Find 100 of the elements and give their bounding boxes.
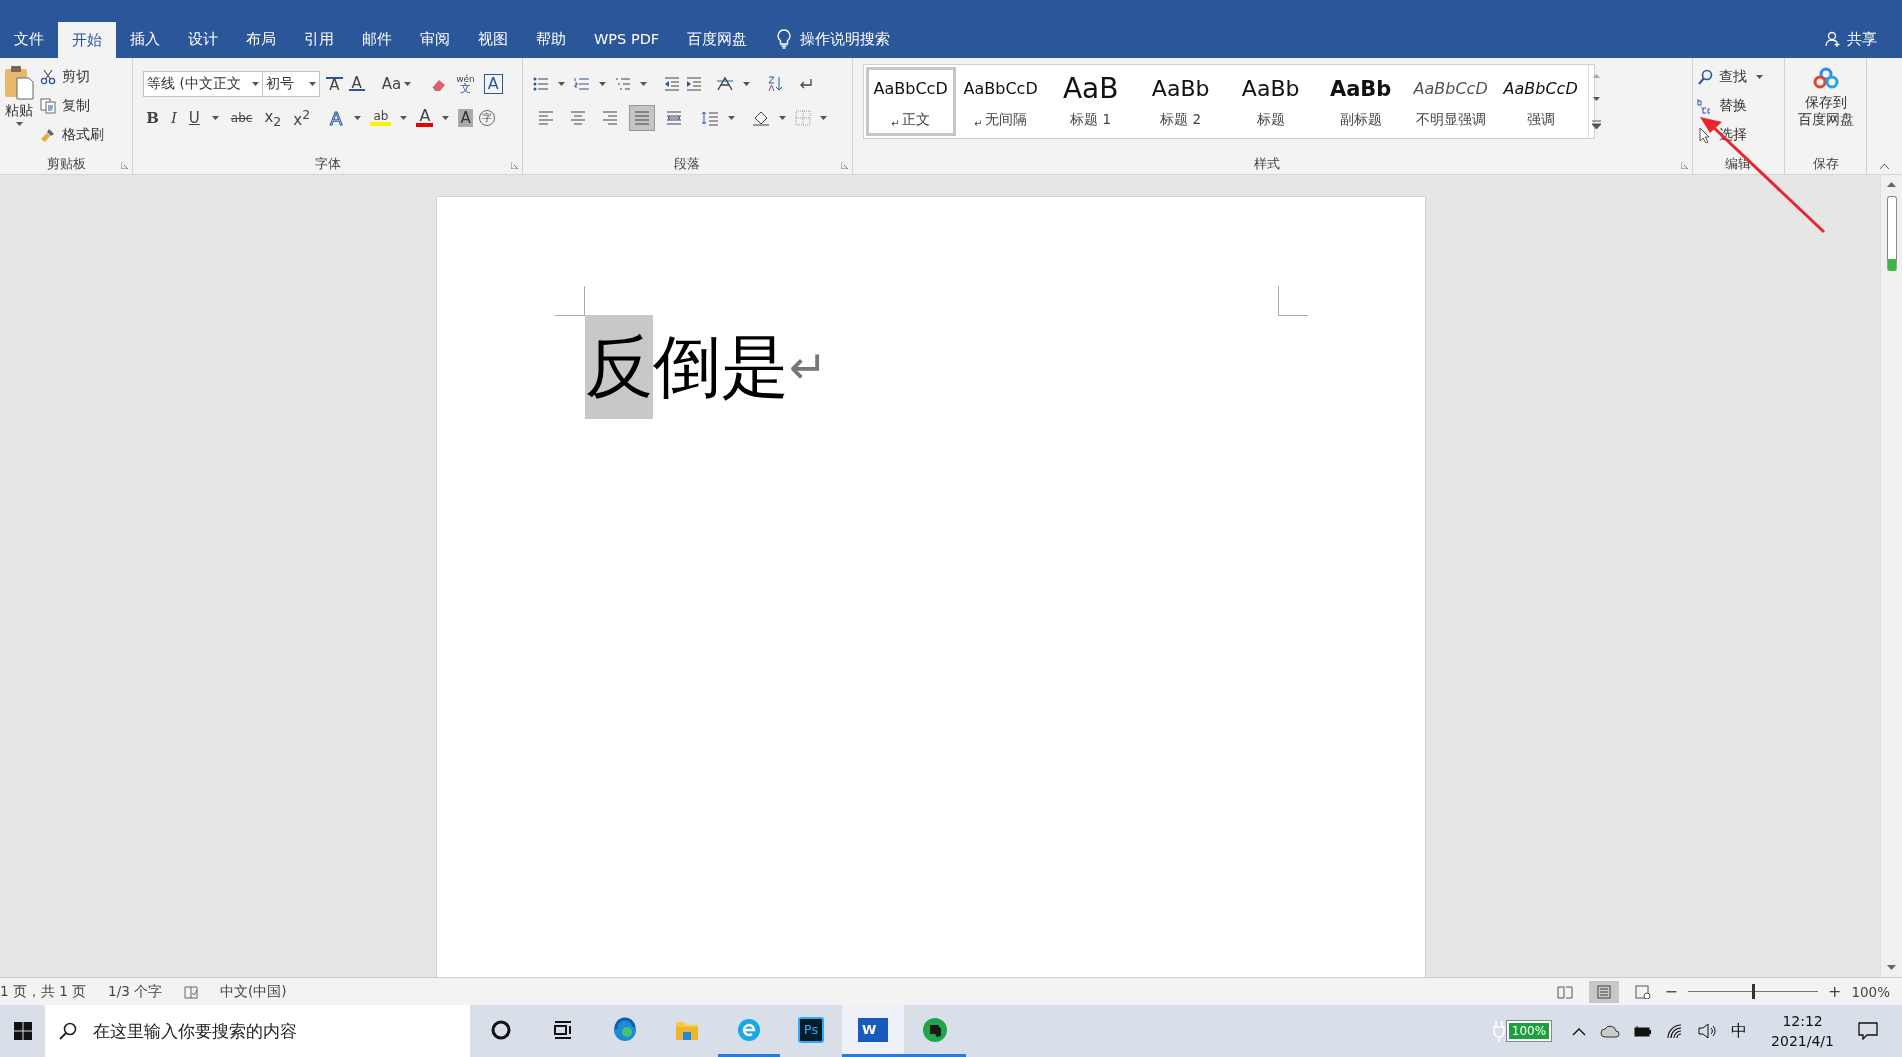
phonetic-guide-button[interactable]: wén 文 [453, 74, 478, 94]
font-size-dropdown[interactable]: 初号 [262, 71, 321, 97]
paragraph-mark: ↵ [789, 340, 828, 394]
strikethrough-button[interactable]: abc [227, 111, 256, 125]
clipboard-icon [4, 64, 34, 100]
ribbon-tab[interactable]: 设计 [174, 20, 232, 58]
battery-icon[interactable] [1634, 1025, 1653, 1037]
character-border-button[interactable]: A [483, 74, 503, 94]
caret-icon [1755, 74, 1763, 79]
caret-icon [727, 116, 735, 120]
scroll-thumb[interactable] [1886, 196, 1897, 271]
caret-icon [400, 116, 408, 120]
ribbon-tab[interactable]: 帮助 [522, 20, 580, 58]
editing-button[interactable]: 替换 [1696, 91, 1780, 120]
bold-button[interactable]: B [143, 109, 162, 127]
scissors-icon [40, 68, 56, 85]
page-count[interactable]: 1 页，共 1 页 [0, 982, 87, 1001]
justify-button[interactable] [628, 105, 655, 131]
ribbon-tab[interactable]: 百度网盘 [673, 20, 762, 58]
dialog-launcher-icon [121, 162, 129, 169]
collapse-ribbon-icon[interactable] [1879, 163, 1890, 170]
change-case-button[interactable]: Aa [378, 75, 418, 93]
highlight-button[interactable]: ab [370, 110, 392, 126]
taskbar-app-button[interactable]: W [842, 1005, 904, 1057]
cloud-icon[interactable] [1600, 1024, 1621, 1038]
taskbar-search-field[interactable]: 在这里输入你要搜索的内容 [45, 1005, 470, 1057]
style-gallery-item[interactable]: AaBbCcD ↵ 正文 [865, 67, 956, 136]
ribbon-tab[interactable]: 插入 [116, 20, 174, 58]
italic-button[interactable]: I [167, 109, 180, 127]
word-count[interactable]: 1/3 个字 [108, 982, 163, 1001]
search-icon [1696, 68, 1713, 85]
caret-icon [252, 82, 260, 86]
read-mode-icon[interactable] [1556, 984, 1573, 999]
font-name-dropdown[interactable]: 等线 (中文正文 [143, 71, 264, 97]
taskbar-app-button[interactable]: Ps [780, 1005, 842, 1057]
chevron-up-icon[interactable] [1572, 1026, 1587, 1036]
decrease-indent-icon[interactable] [663, 77, 680, 91]
ribbon-tab[interactable]: 布局 [232, 20, 290, 58]
paint-bucket-icon[interactable] [751, 110, 770, 126]
editing-button[interactable]: 查找 [1696, 62, 1780, 91]
input-method-indicator[interactable]: 中 [1731, 1020, 1748, 1042]
multilevel-list-icon[interactable] [614, 77, 631, 91]
ribbon-tab[interactable]: 视图 [464, 20, 522, 58]
tell-me-search[interactable]: 操作说明搜索 [800, 29, 891, 49]
replace-icon [1696, 97, 1713, 114]
ribbon-tab[interactable]: 引用 [290, 20, 348, 58]
clipboard-button[interactable]: 复制 [40, 91, 104, 120]
print-layout-button[interactable] [1588, 980, 1619, 1003]
ribbon-tab[interactable]: 开始 [58, 22, 116, 58]
proofing-icon[interactable] [184, 984, 199, 999]
clock[interactable]: 12:12 2021/4/1 [1771, 1005, 1834, 1057]
style-gallery-item[interactable]: AaBb 标题 [1225, 67, 1316, 136]
sort-icon[interactable] [766, 76, 783, 92]
style-gallery-item[interactable]: AaBbCcD 不明显强调 [1405, 67, 1496, 136]
save-to-cloud-button[interactable]: 保存到 百度网盘 [1797, 62, 1854, 128]
share-button[interactable]: 共享 [1847, 29, 1877, 49]
swirl-icon [612, 1016, 638, 1043]
ribbon-tab[interactable]: 审阅 [406, 20, 464, 58]
style-gallery-item[interactable]: AaBb 标题 2 [1135, 67, 1226, 136]
ribbon-tab[interactable]: WPS PDF [580, 20, 674, 58]
style-gallery-item[interactable]: AaB 标题 1 [1045, 67, 1136, 136]
ribbon-tab[interactable]: 文件 [0, 20, 58, 58]
zoom-in-button[interactable]: + [1828, 982, 1842, 1001]
underline-button[interactable]: U [185, 109, 203, 127]
character-shading-button[interactable]: A [458, 109, 473, 127]
grow-font-button[interactable]: A [326, 77, 343, 91]
search-icon [59, 1022, 77, 1040]
shrink-font-button[interactable]: A [348, 77, 365, 91]
subscript-button[interactable]: x$_{2}$ [261, 107, 285, 129]
clipboard-button[interactable]: 格式刷 [40, 120, 104, 149]
style-gallery-item[interactable]: AaBbCcD 强调 [1495, 67, 1586, 136]
gallery-scrollbar[interactable] [1587, 65, 1604, 138]
clipboard-button[interactable]: 剪切 [40, 62, 104, 91]
zoom-level[interactable]: 100% [1851, 983, 1890, 1000]
search-input[interactable]: 在这里输入你要搜索的内容 [91, 1020, 470, 1042]
vertical-scrollbar[interactable] [1880, 175, 1902, 977]
bullets-icon[interactable] [532, 77, 549, 91]
increase-indent-icon[interactable] [685, 77, 702, 91]
scroll-up-icon[interactable] [1887, 182, 1896, 187]
zoom-out-button[interactable]: − [1664, 982, 1678, 1001]
justify-icon [633, 110, 650, 126]
scroll-down-icon[interactable] [1887, 965, 1896, 970]
more-icon [1591, 119, 1601, 129]
font-color-button[interactable]: A [416, 109, 434, 127]
document-text: 反 [585, 315, 653, 419]
style-gallery-item[interactable]: AaBb 副标题 [1315, 67, 1406, 136]
dialog-launcher-icon [840, 162, 848, 169]
group-label: 段落 [674, 155, 701, 173]
style-gallery-item[interactable]: AaBbCcD ↵ 无间隔 [955, 67, 1046, 136]
speaker-icon[interactable] [1698, 1023, 1717, 1039]
language-indicator[interactable]: 中文(中国) [220, 982, 287, 1001]
notification-icon[interactable] [1858, 1022, 1878, 1040]
superscript-button[interactable]: x$^{2}$ [290, 107, 314, 129]
text-direction-icon[interactable] [715, 76, 734, 92]
caret-icon [557, 82, 565, 86]
web-layout-icon[interactable] [1634, 984, 1651, 999]
paste-button[interactable]: 粘贴 [4, 62, 34, 149]
line-spacing-icon[interactable] [700, 110, 719, 126]
dialog-launcher-icon [1680, 162, 1688, 169]
ribbon-tab[interactable]: 邮件 [348, 20, 406, 58]
